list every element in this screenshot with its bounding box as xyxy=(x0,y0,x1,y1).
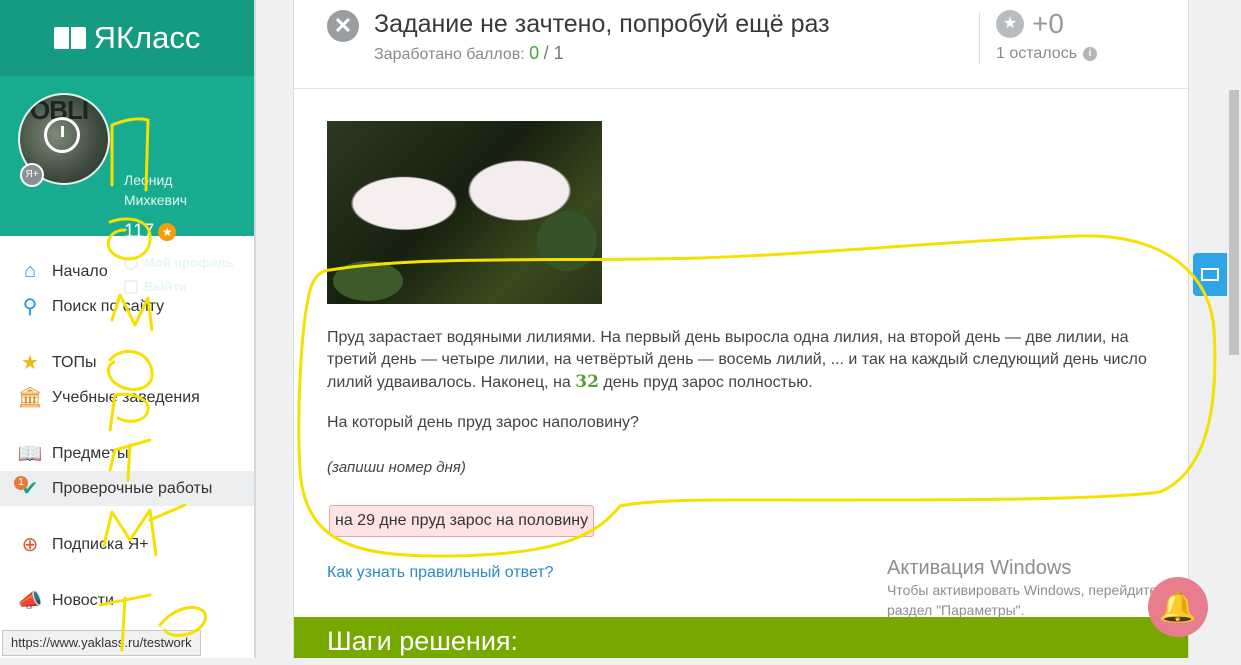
task-text: Пруд зарастает водяными лилиями. На перв… xyxy=(327,327,1157,394)
book-logo-icon xyxy=(53,27,86,49)
sidebar-item-home[interactable]: ⌂ Начало xyxy=(0,254,254,289)
task-hint: (запиши номер дня) xyxy=(327,459,466,476)
bell-icon: 🔔 xyxy=(1159,590,1197,624)
sidebar-item-label: Предметы xyxy=(52,444,129,462)
plus-badge: Я+ xyxy=(20,163,44,187)
sidebar-item-news[interactable]: 📣 Новости xyxy=(0,583,254,618)
earned-value: 0 xyxy=(529,43,540,63)
user-first-name: Леонид xyxy=(124,172,173,188)
page-title: Задание не зачтено, попробуй ещё раз xyxy=(374,10,830,38)
info-icon[interactable]: i xyxy=(1083,47,1098,61)
task-text-part2: день пруд зарос полностью. xyxy=(603,374,813,391)
user-last-name: Михкевич xyxy=(124,192,188,208)
scrollbar-thumb[interactable] xyxy=(1229,90,1239,355)
subscription-icon: ⊕ xyxy=(21,534,39,556)
task-question: На который день пруд зарос наполовину? xyxy=(327,414,639,431)
sidebar: ЯКласс OBLI Леонид Михкевич 117 ★ Мой пр… xyxy=(0,0,256,658)
search-icon: ⚲ xyxy=(22,296,38,318)
water-lily-image xyxy=(327,121,602,304)
brand-name: ЯКласс xyxy=(93,20,201,55)
task-header: ✕ Задание не зачтено, попробуй ещё раз З… xyxy=(294,0,1188,89)
windows-activation-title: Активация Windows xyxy=(887,557,1072,579)
bonus-points: +0 xyxy=(1032,8,1064,39)
sidebar-item-label: ТОПы xyxy=(52,353,97,371)
attempts-left-label: 1 осталось xyxy=(996,45,1078,62)
home-icon: ⌂ xyxy=(23,260,37,282)
star-icon: ★ xyxy=(996,10,1024,38)
sidebar-item-search[interactable]: ⚲ Поиск по сайту xyxy=(0,289,254,324)
sidebar-item-tops[interactable]: ★ ТОПы xyxy=(0,345,254,380)
task-number: 32 xyxy=(575,372,599,392)
institution-icon: 🏛 xyxy=(17,387,43,409)
sidebar-item-subjects[interactable]: 📖 Предметы xyxy=(0,436,254,471)
lily-pad xyxy=(537,211,597,271)
how-to-link[interactable]: Как узнать правильный ответ? xyxy=(327,564,554,582)
star-icon: ★ xyxy=(21,352,39,374)
close-circle-icon: ✕ xyxy=(327,10,359,42)
sidebar-item-label: Новости xyxy=(52,591,114,609)
answer-field: на 29 дне пруд зарос на половину xyxy=(329,505,595,537)
sidebar-item-label: Поиск по сайту xyxy=(52,297,165,315)
windows-activation-watermark: Активация Windows Чтобы активировать Win… xyxy=(887,557,1157,620)
sidebar-nav: ⌂ Начало ⚲ Поиск по сайту ★ ТОПы 🏛 Учебн… xyxy=(0,236,254,618)
earned-points: Заработано баллов: 0 / 1 xyxy=(374,43,564,64)
divider xyxy=(979,12,980,64)
sidebar-item-label: Проверочные работы xyxy=(52,479,213,497)
news-icon: 📣 xyxy=(17,590,43,612)
sidebar-item-label: Начало xyxy=(52,262,108,280)
brand-logo[interactable]: ЯКласс xyxy=(0,0,254,76)
windows-activation-line1: Чтобы активировать Windows, перейдите xyxy=(887,582,1158,598)
earned-label: Заработано баллов: xyxy=(374,46,525,63)
book-icon: 📖 xyxy=(17,443,43,465)
lily-pad xyxy=(333,261,403,301)
sidebar-item-label: Учебные заведения xyxy=(52,388,200,406)
windows-activation-line2: раздел "Параметры". xyxy=(887,602,1025,618)
clock-icon xyxy=(44,117,80,153)
sidebar-item-label: Подписка Я+ xyxy=(52,535,149,553)
sidebar-item-tests[interactable]: 1 ✔ Проверочные работы xyxy=(0,471,254,506)
scrollbar[interactable] xyxy=(1227,0,1241,658)
sidebar-item-subscription[interactable]: ⊕ Подписка Я+ xyxy=(0,527,254,562)
notification-badge: 1 xyxy=(14,476,28,490)
browser-status-url: https://www.yaklass.ru/testwork xyxy=(2,630,201,656)
sidebar-item-institutions[interactable]: 🏛 Учебные заведения xyxy=(0,380,254,415)
feedback-button[interactable] xyxy=(1193,253,1227,296)
earned-total: / 1 xyxy=(543,43,564,63)
attempts-left: 1 осталось i xyxy=(996,45,1098,63)
solution-steps-header[interactable]: Шаги решения: xyxy=(294,617,1188,658)
notification-bell-button[interactable]: 🔔 xyxy=(1148,577,1208,637)
user-panel: OBLI Леонид Михкевич 117 ★ Мой профиль В… xyxy=(0,76,254,294)
user-name[interactable]: Леонид Михкевич xyxy=(124,170,187,210)
mail-icon xyxy=(1201,268,1219,281)
